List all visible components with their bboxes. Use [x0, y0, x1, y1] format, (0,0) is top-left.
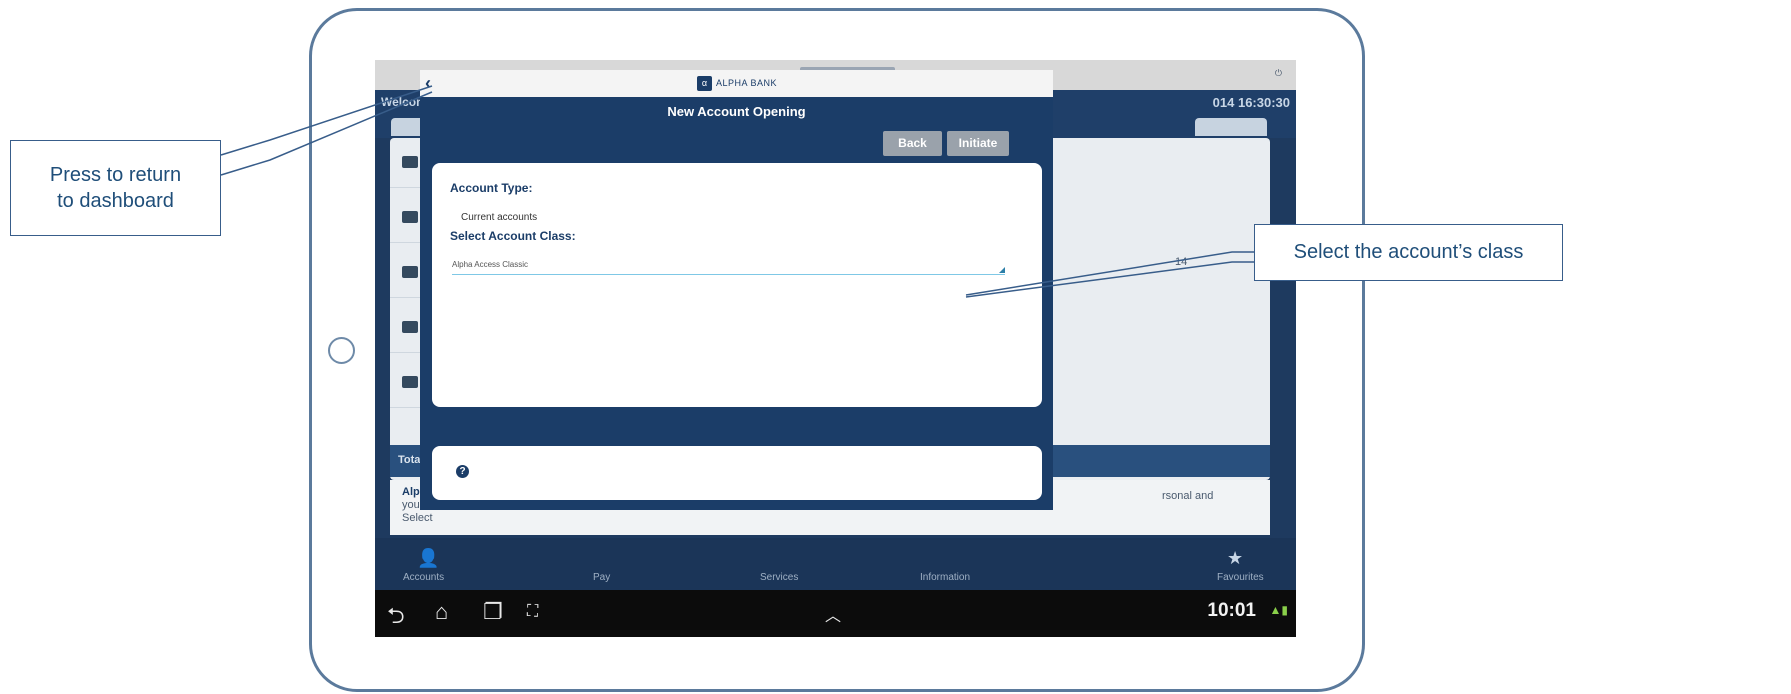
callout-text-line: to dashboard — [57, 190, 174, 212]
callout-connector-lines — [220, 85, 1254, 298]
right-callout-line — [965, 251, 1254, 296]
callout-return-dashboard: Press to return to dashboard — [10, 140, 221, 236]
right-callout-line — [965, 261, 1254, 298]
left-callout-line — [220, 91, 433, 176]
left-callout-line — [220, 85, 433, 156]
callout-select-class: Select the account’s class — [1254, 224, 1563, 281]
callout-text-line: Press to return — [49, 164, 182, 186]
